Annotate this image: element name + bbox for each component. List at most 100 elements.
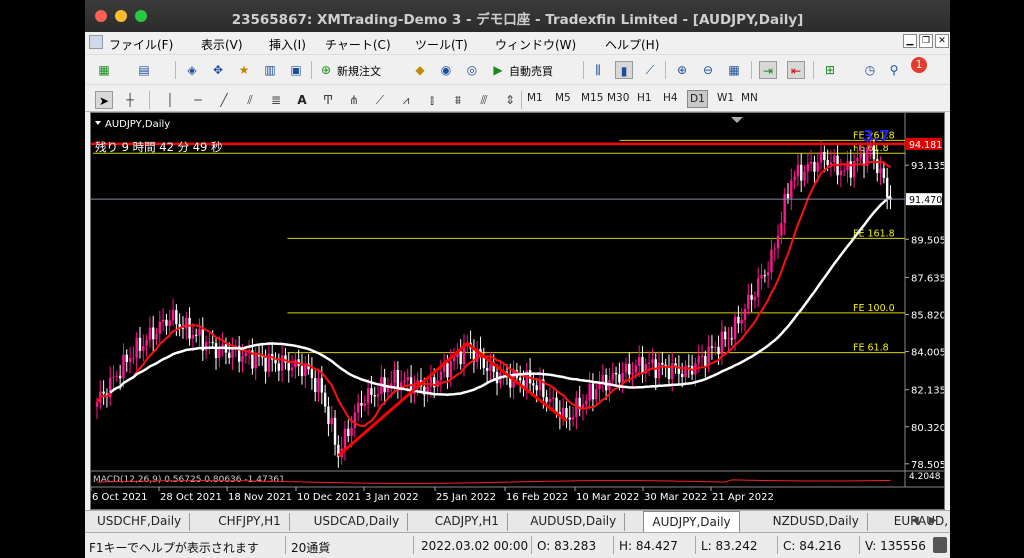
tile-windows-icon[interactable]: ▦	[725, 61, 743, 79]
timeframe-m15[interactable]: M15	[581, 92, 603, 104]
minimize-icon[interactable]: ▁	[903, 34, 917, 48]
search-icon[interactable]: ⚲	[885, 61, 903, 79]
market-watch-icon[interactable]: ◈	[183, 61, 201, 79]
zoom-in-icon[interactable]: ⊕	[673, 61, 691, 79]
fibo-arcs-icon[interactable]: ⫾	[423, 91, 441, 109]
candle	[370, 388, 373, 396]
fibo-retracement-icon[interactable]: ≣	[267, 91, 285, 109]
text-tool-icon[interactable]: A	[293, 91, 311, 109]
candle	[687, 365, 690, 367]
candle	[314, 378, 317, 393]
candle	[634, 365, 638, 373]
menu-bar: ファイル(F) 表示(V) 挿入(I) チャート(C) ツール(T) ウィンドウ…	[85, 32, 950, 54]
chart-tab[interactable]: CADJPY,H1	[427, 513, 508, 531]
auto-trading-icon[interactable]: ▶	[489, 61, 507, 79]
connection-status-icon[interactable]	[933, 537, 947, 553]
menu-tools[interactable]: ツール(T)	[415, 36, 468, 53]
tab-scroll-left-icon[interactable]: ◀	[911, 515, 919, 526]
candle	[842, 170, 846, 172]
data-window-icon[interactable]: ✥	[209, 61, 227, 79]
chart-tabs: USDCHF,Daily CHFJPY,H1 USDCAD,Daily CADJPY,…	[85, 510, 950, 533]
candle	[161, 319, 165, 322]
menu-view[interactable]: 表示(V)	[201, 36, 243, 53]
chart-shift-marker[interactable]	[731, 117, 743, 123]
text-label-icon[interactable]: Ͳ	[319, 91, 337, 109]
chart-shift-icon[interactable]: ⇤	[787, 61, 805, 79]
menu-window[interactable]: ウィンドウ(W)	[495, 36, 576, 53]
chart-tab[interactable]: USDCAD,Daily	[306, 513, 409, 531]
gann-fan-icon[interactable]: ⟋	[371, 91, 389, 109]
restore-icon[interactable]: ❐	[919, 34, 933, 48]
candle	[651, 359, 654, 363]
macd-label: MACD(12,26,9) 0.56725 0.80636 -1.47361	[93, 475, 285, 485]
new-order-button[interactable]: 新規注文	[337, 63, 381, 79]
menu-chart[interactable]: チャート(C)	[325, 36, 391, 53]
candle	[611, 372, 614, 380]
indicators-icon[interactable]: ⊞	[821, 61, 839, 79]
fibo-fan-icon[interactable]: ⩘	[397, 91, 415, 109]
vertical-line-icon[interactable]: │	[161, 91, 179, 109]
terminal-icon[interactable]: ▥	[261, 61, 279, 79]
moving-average-fast	[96, 160, 891, 428]
timeframe-mn[interactable]: MN	[741, 92, 758, 104]
candle	[621, 372, 624, 383]
chart-tab[interactable]: NZDUSD,Daily	[765, 513, 868, 531]
chart-tab[interactable]: USDCHF,Daily	[89, 513, 191, 531]
line-chart-icon[interactable]: ⟋	[641, 61, 659, 79]
metaeditor-icon[interactable]: ◆	[411, 61, 429, 79]
andrews-pitchfork-icon[interactable]: ⋔	[345, 91, 363, 109]
tab-scroll-right-icon[interactable]: ▶	[929, 515, 937, 526]
fibo-channel-icon[interactable]: ⫻	[475, 91, 493, 109]
timeframe-h4[interactable]: H4	[663, 92, 678, 104]
timeframe-m5[interactable]: M5	[555, 92, 571, 104]
trendline-icon[interactable]: ╱	[215, 91, 233, 109]
chart-tab[interactable]: CHFJPY,H1	[210, 513, 290, 531]
horizontal-line-icon[interactable]: ─	[189, 91, 207, 109]
candle	[816, 162, 819, 172]
chart-tab[interactable]: AUDUSD,Daily	[522, 513, 626, 531]
auto-trading-button[interactable]: 自動売買	[509, 63, 553, 79]
candle	[165, 319, 168, 326]
strategy-tester-icon[interactable]: ▣	[287, 61, 305, 79]
bar-volume: V: 135556	[865, 539, 926, 553]
crosshair-icon[interactable]: ┼	[121, 91, 139, 109]
arrows-icon[interactable]: ⇕	[501, 91, 519, 109]
candle	[158, 321, 162, 334]
timeframe-h1[interactable]: H1	[637, 92, 652, 104]
timeframe-m30[interactable]: M30	[607, 92, 629, 104]
symbol-dropdown-icon[interactable]	[95, 121, 101, 125]
periods-icon[interactable]: ◷	[861, 61, 879, 79]
candle	[452, 357, 456, 362]
menu-help[interactable]: ヘルプ(H)	[605, 36, 659, 53]
new-chart-icon[interactable]: ▦	[95, 61, 113, 79]
notification-badge[interactable]: 1	[911, 57, 927, 73]
chart-window[interactable]: FE 261.8 FE 61.8 FE 161.8 FE 100.0 FE 61.8 9…	[90, 112, 946, 510]
status-bar: F1キーでヘルプが表示されます 20通貨 2022.03.02 00:00 O:…	[85, 532, 950, 558]
auto-scroll-icon[interactable]: ⇥	[759, 61, 777, 79]
profiles-icon[interactable]: ▤	[135, 61, 153, 79]
menu-file[interactable]: ファイル(F)	[109, 36, 173, 53]
signals-icon[interactable]: ◎	[463, 61, 481, 79]
market-icon[interactable]: ◉	[437, 61, 455, 79]
price-chart[interactable]: FE 261.8FE 61.8FE 161.8FE 100.0FE 61.8 9…	[90, 113, 946, 509]
zoom-out-icon[interactable]: ⊖	[699, 61, 717, 79]
candle	[138, 337, 142, 351]
candle	[145, 340, 148, 347]
cursor-icon[interactable]: ➤	[95, 91, 113, 109]
timeframe-m1[interactable]: M1	[527, 92, 543, 104]
new-order-icon[interactable]: ⊕	[317, 61, 335, 79]
bar-chart-icon[interactable]: ⫼	[589, 61, 607, 79]
candlestick-icon[interactable]: ▮	[615, 61, 633, 79]
menu-insert[interactable]: 挿入(I)	[269, 36, 306, 53]
candle	[191, 334, 195, 339]
timeframe-d1[interactable]: D1	[687, 90, 708, 108]
equidistant-channel-icon[interactable]: ⫽	[241, 91, 259, 109]
fibo-expansion-icon[interactable]: ⩩	[449, 91, 467, 109]
candle	[859, 153, 862, 158]
candle	[595, 389, 598, 400]
close-icon[interactable]: ✕	[935, 34, 949, 48]
profile-name[interactable]: 20通貨	[291, 539, 330, 556]
chart-tab[interactable]: AUDJPY,Daily	[643, 511, 740, 533]
timeframe-w1[interactable]: W1	[717, 92, 734, 104]
navigator-icon[interactable]: ★	[235, 61, 253, 79]
